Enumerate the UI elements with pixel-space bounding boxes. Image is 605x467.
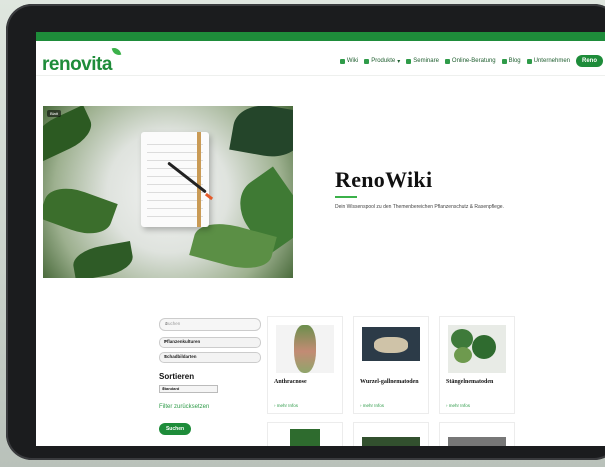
notebook-band (197, 132, 201, 227)
sort-select[interactable]: Standard ⇕ (159, 385, 218, 393)
main-nav: Wiki Produkte ▾ Seminare Online-Beratung (339, 55, 603, 67)
cta-label: Reno (582, 58, 597, 64)
chevron-down-icon: ▾ (164, 339, 167, 345)
building-icon (526, 58, 532, 64)
nav-label: Wiki (346, 58, 359, 64)
reset-filter-link[interactable]: Filter zurücksetzen (159, 404, 209, 410)
nav-item-blog[interactable]: Blog (501, 58, 521, 64)
sort-heading: Sortieren (159, 372, 195, 381)
plant-leaf (70, 241, 136, 278)
mail-icon (501, 58, 507, 64)
select-pflanzenkulturen[interactable]: Pflanzenkulturen ▾ (159, 337, 261, 348)
card-partial[interactable] (353, 422, 429, 446)
nav-item-unternehmen[interactable]: Unternehmen (526, 58, 570, 64)
nav-label: Blog (508, 58, 521, 64)
search-button[interactable]: Suchen (159, 423, 191, 435)
book-icon (339, 58, 345, 64)
card-image (276, 325, 334, 373)
card-anthracnose[interactable]: Anthracnose › mehr Infos (267, 316, 343, 414)
search-icon[interactable]: ⌕ (165, 321, 256, 327)
logo-text: renovita (42, 54, 112, 75)
card-more-link[interactable]: › mehr Infos (446, 403, 470, 408)
nav-item-produkte[interactable]: Produkte ▾ (364, 58, 400, 65)
card-image (448, 325, 506, 373)
image-tag: Blatt (47, 110, 62, 117)
page-subtitle: Dein Wissenspool zu den Themenbereichen … (335, 204, 504, 210)
chevron-down-icon: ▾ (164, 354, 167, 360)
nav-label: Unternehmen (533, 58, 570, 64)
logo[interactable]: renovita (42, 54, 112, 76)
plant-leaf (229, 106, 293, 162)
nav-label: Seminare (413, 58, 439, 64)
card-staengelnematoden[interactable]: Stängelnematoden › mehr Infos (439, 316, 515, 414)
nav-label: Produkte (371, 58, 396, 64)
screen: renovita Wiki Produkte ▾ Seminare Online… (36, 32, 605, 446)
nav-item-wiki[interactable]: Wiki (339, 58, 359, 64)
card-title: Wurzel-gallnematoden (360, 379, 419, 385)
cta-button[interactable]: Reno (576, 55, 603, 67)
logo-leaf-icon (111, 46, 122, 57)
leaf-icon (444, 58, 450, 64)
card-wurzelgallnematoden[interactable]: Wurzel-gallnematoden › mehr Infos (353, 316, 429, 414)
chevron-down-icon: ▾ (397, 58, 401, 65)
search-input[interactable]: Suchen ⌕ (159, 318, 261, 331)
people-icon (406, 58, 412, 64)
card-more-link[interactable]: › mehr Infos (274, 403, 298, 408)
plant-leaf (43, 180, 118, 242)
page-title: RenoWiki (335, 167, 433, 192)
card-title: Anthracnose (274, 379, 307, 385)
top-accent-bar (36, 32, 605, 41)
hero-image: Blatt (43, 106, 293, 278)
chevron-updown-icon: ⇕ (162, 386, 166, 391)
card-title: Stängelnematoden (446, 379, 494, 385)
image-tag-text: Blatt (50, 111, 59, 116)
select-schadbildarten[interactable]: Schadbildarten ▾ (159, 352, 261, 363)
site-header: renovita Wiki Produkte ▾ Seminare Online… (36, 41, 605, 76)
title-underline (335, 196, 357, 198)
card-image (362, 325, 420, 373)
tablet-frame: renovita Wiki Produkte ▾ Seminare Online… (6, 4, 605, 460)
nav-label: Online-Beratung (451, 58, 496, 64)
leaf-icon (364, 58, 370, 64)
card-more-link[interactable]: › mehr Infos (360, 403, 384, 408)
nav-item-online-beratung[interactable]: Online-Beratung (444, 58, 496, 64)
nav-item-seminare[interactable]: Seminare (406, 58, 439, 64)
card-partial[interactable] (439, 422, 515, 446)
card-partial[interactable] (267, 422, 343, 446)
